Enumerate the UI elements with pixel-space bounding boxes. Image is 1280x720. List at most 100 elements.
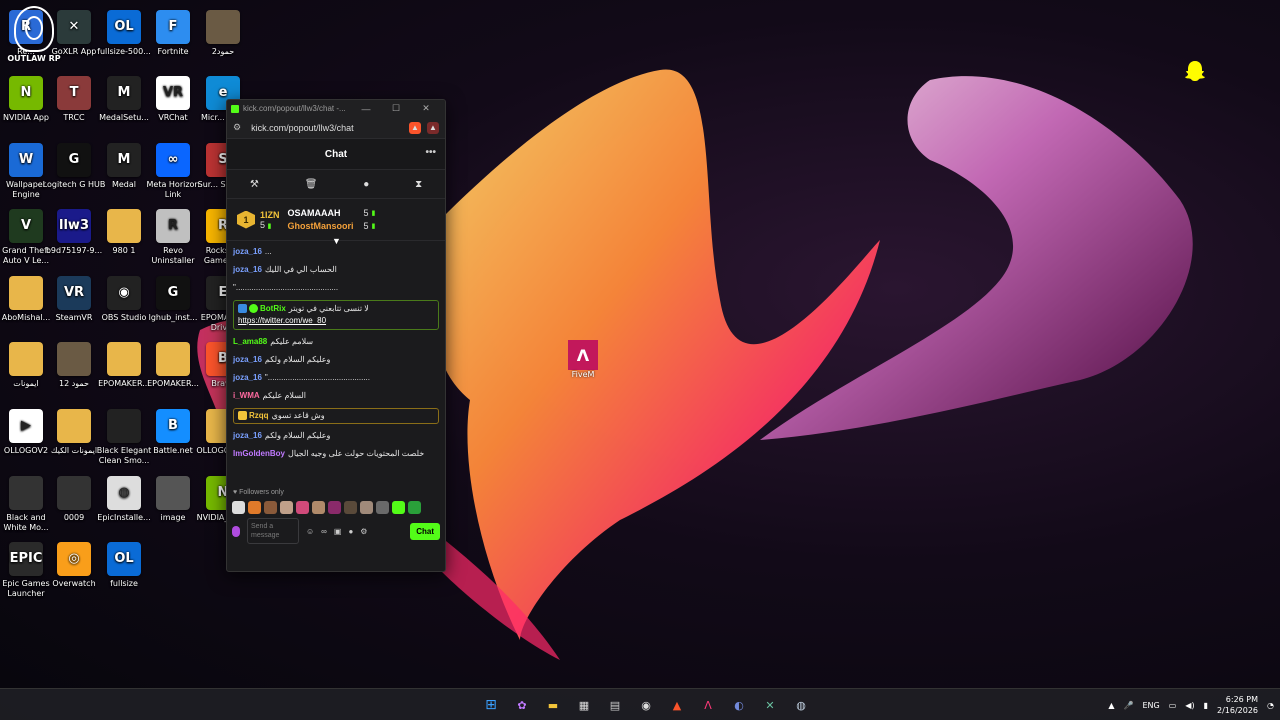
outlaw-logo: OUTLAW RP — [6, 6, 62, 70]
close-button[interactable]: ✕ — [411, 103, 441, 114]
epic-icon: EPIC — [9, 542, 43, 576]
steam-taskbar-icon[interactable]: ◍ — [790, 692, 812, 718]
mod-toolbar: ⚒ 🗑 ● ⧗ — [227, 169, 445, 199]
chat-username[interactable]: joza_16 — [233, 265, 262, 274]
chat-message-text: لا تنسى تتابعني في تويتر — [288, 304, 369, 313]
fortnite-icon: F — [156, 10, 190, 44]
goxlr-icon: ✕ — [57, 10, 91, 44]
chat-icon[interactable]: ● — [348, 527, 353, 536]
hourglass-icon[interactable]: ⧗ — [415, 179, 422, 190]
brave-taskbar-icon[interactable]: ▲ — [666, 692, 688, 718]
start-windows-icon[interactable]: ⊞ — [480, 692, 502, 718]
file-explorer-icon[interactable]: ▬ — [542, 692, 564, 718]
chat-input-row: Send a message ☺ ∞ ▣ ● ⚙ Chat — [227, 516, 445, 546]
battery-icon[interactable]: ▮ — [1204, 701, 1208, 710]
chat-input[interactable]: Send a message — [247, 518, 299, 544]
settings-gear-icon[interactable]: ⚙ — [360, 527, 367, 536]
followers-only-notice: ♥ Followers only — [233, 489, 284, 496]
emote-icon[interactable] — [392, 500, 405, 514]
calculator-icon[interactable]: ▤ — [604, 692, 626, 718]
image-file-icon: llw3 — [57, 209, 91, 243]
logitech-icon: G — [156, 276, 190, 310]
microphone-icon[interactable] — [232, 525, 240, 537]
chat-message: BotRix لا تنسى تتابعني في تويتر https://tw… — [233, 300, 439, 330]
folder-icon — [107, 342, 141, 376]
fivem-taskbar-icon[interactable]: Λ — [697, 692, 719, 718]
fivem-shortcut[interactable]: Λ FiveM — [564, 340, 602, 379]
discord-taskbar-icon[interactable]: ◐ — [728, 692, 750, 718]
chat-username[interactable]: BotRix — [260, 304, 286, 313]
chat-username[interactable]: ImGoldenBoy — [233, 449, 285, 458]
network-icon[interactable]: ▭ — [1169, 701, 1177, 710]
chat-message-text: ".......................................… — [233, 283, 339, 292]
emote-icon[interactable] — [296, 500, 309, 514]
chat-bubble-icon[interactable]: ● — [363, 179, 369, 190]
chat-message: Rzqq وش قاعد تسوي — [233, 408, 439, 424]
emote-icon[interactable] — [312, 500, 325, 514]
emote-icon[interactable] — [376, 500, 389, 514]
url-text[interactable]: kick.com/popout/llw3/chat — [251, 123, 403, 133]
clock-time: 6:26 PM — [1225, 695, 1259, 704]
nvidia-icon: N — [9, 76, 43, 110]
goxlr-taskbar-icon[interactable]: ✕ — [759, 692, 781, 718]
hammer-icon[interactable]: ⚒ — [250, 179, 259, 190]
volume-icon[interactable]: ◀) — [1185, 701, 1194, 710]
chat-username[interactable]: joza_16 — [233, 247, 262, 256]
chat-username[interactable]: i_WMA — [233, 391, 260, 400]
microphone-tray-icon[interactable]: 🎤 — [1124, 701, 1134, 710]
emote-icon[interactable] — [408, 500, 421, 514]
chat-username[interactable]: joza_16 — [233, 355, 262, 364]
emote-icon[interactable] — [280, 500, 293, 514]
chat-link[interactable]: https://twitter.com/we_80 — [238, 316, 326, 325]
tray-chevron-up-icon[interactable]: ▲ — [1108, 701, 1114, 710]
chat-username[interactable]: Rzqq — [249, 411, 269, 420]
trash-icon[interactable]: 🗑 — [305, 179, 318, 190]
expand-chevron-icon[interactable]: ▼ — [332, 236, 341, 246]
chat-message-text: ".......................................… — [264, 373, 370, 382]
minimize-button[interactable]: — — [351, 104, 381, 114]
chat-message: joza_16 الحساب الي في الليك — [233, 264, 439, 276]
emote-icon[interactable] — [232, 500, 245, 514]
emote-icon[interactable] — [360, 500, 373, 514]
more-options-icon[interactable]: ••• — [425, 147, 436, 158]
notification-bell-icon[interactable]: ◔ — [1267, 701, 1274, 710]
store-icon[interactable]: ▦ — [573, 692, 595, 718]
address-bar[interactable]: ⚙ kick.com/popout/llw3/chat ▲ ▲ — [227, 117, 445, 139]
kick-gem-icon: ▮ — [371, 223, 376, 230]
send-chat-button[interactable]: Chat — [410, 522, 440, 540]
site-info-icon[interactable]: ⚙ — [233, 122, 241, 133]
leaderboard: 1 1IZN 5 ▮ OSAMAAAH 5 ▮ GhostMansoori 5 … — [227, 199, 445, 246]
emote-icon[interactable] — [248, 500, 261, 514]
snapchat-icon[interactable] — [1182, 58, 1208, 84]
chat-message-text: سلامم عليكم — [270, 337, 314, 346]
gift-icon[interactable]: ▣ — [334, 527, 342, 536]
desktop-shortcut[interactable]: OL fullsize — [92, 542, 156, 589]
chat-message: ImGoldenBoy خلصت المحتويات حولت على وجيه … — [233, 448, 439, 460]
battlenet-icon: B — [156, 409, 190, 443]
meta-icon: ∞ — [156, 143, 190, 177]
chat-username[interactable]: L_ama88 — [233, 337, 267, 346]
folder-icon — [57, 409, 91, 443]
emote-icon[interactable] — [328, 500, 341, 514]
system-tray: ▲ 🎤 ENG ▭ ◀) ▮ 6:26 PM 2/16/2026 ◔ — [1108, 689, 1274, 720]
brave-shield-icon[interactable]: ▲ — [409, 121, 421, 134]
language-indicator[interactable]: ENG — [1142, 701, 1159, 710]
copilot-icon[interactable]: ✿ — [511, 692, 533, 718]
desktop-shortcut[interactable]: حمود2 — [191, 10, 255, 57]
emote-picker-icon[interactable]: ☺ — [306, 527, 314, 536]
chat-username[interactable]: joza_16 — [233, 431, 262, 440]
obs-taskbar-icon[interactable]: ◉ — [635, 692, 657, 718]
clock[interactable]: 6:26 PM 2/16/2026 — [1217, 694, 1258, 716]
brave-rewards-icon[interactable]: ▲ — [427, 121, 439, 134]
image-file-icon: OL — [107, 542, 141, 576]
infinity-icon[interactable]: ∞ — [321, 527, 327, 536]
mod-badge-icon — [238, 304, 247, 314]
chat-username[interactable]: joza_16 — [233, 373, 262, 382]
kick-favicon — [231, 104, 239, 113]
chat-title: Chat — [324, 148, 348, 160]
emote-icon[interactable] — [264, 500, 277, 514]
maximize-button[interactable]: ☐ — [381, 103, 411, 114]
emote-icon[interactable] — [344, 500, 357, 514]
leaderboard-row-score: 5 — [363, 221, 369, 231]
popup-title: kick.com/popout/llw3/chat -... — [243, 104, 346, 113]
